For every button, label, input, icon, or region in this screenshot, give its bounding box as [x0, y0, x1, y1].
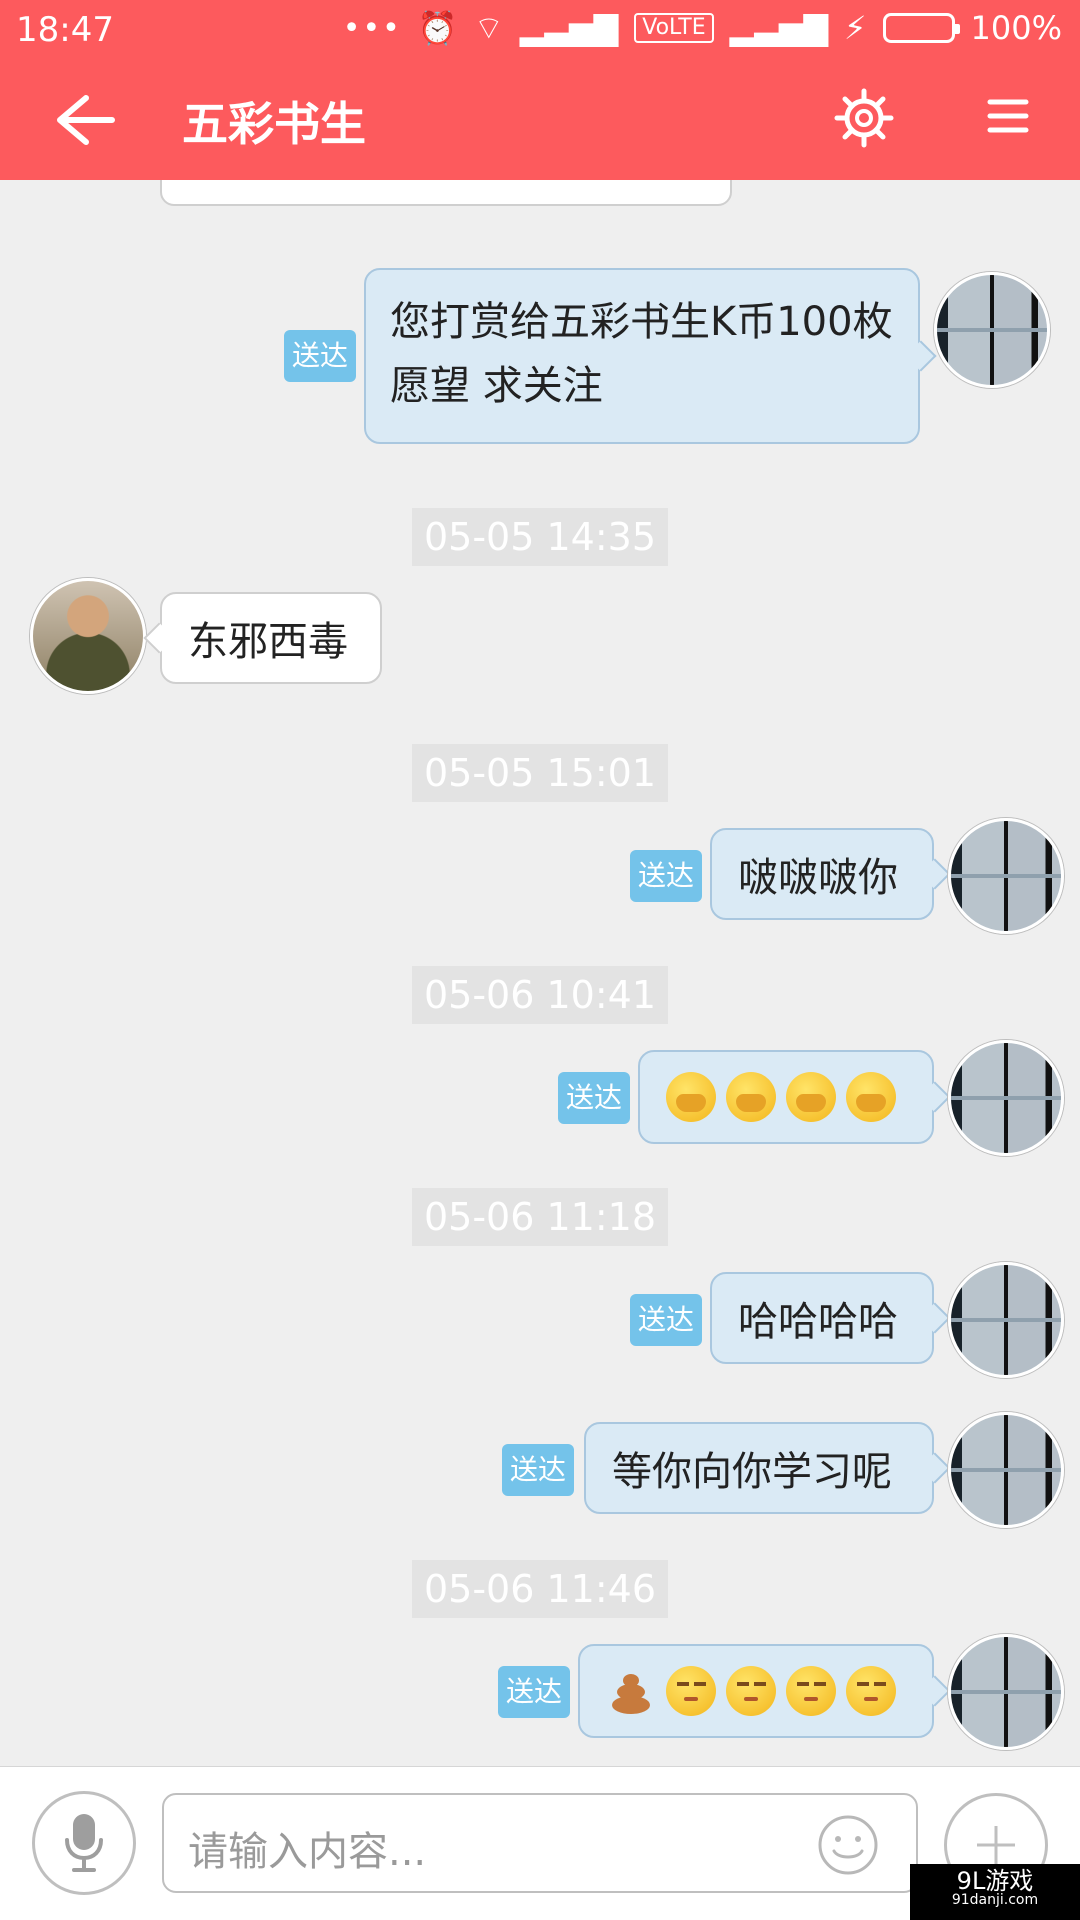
delivered-badge: 送达 — [498, 1666, 570, 1718]
delivered-badge: 送达 — [284, 330, 356, 382]
chat-area[interactable]: 送达 您打赏给五彩书生K币100枚 愿望 求关注 05-05 14:35 东邪西… — [0, 180, 1080, 1766]
watermark-title: 9L游戏 — [956, 1867, 1034, 1895]
outgoing-message-bubble[interactable]: 啵啵啵你 — [710, 828, 934, 920]
emoji-message-bubble[interactable] — [638, 1050, 934, 1144]
outgoing-message-bubble[interactable]: 哈哈哈哈 — [710, 1272, 934, 1364]
emoji-icon[interactable] — [816, 1813, 880, 1877]
more-dots-icon: ••• — [342, 10, 402, 46]
top-bar: 18:47 ••• ⏰ ⌔ ▂▃▅▇ VoLTE ▂▃▅▇ ⚡ 100% 五彩书… — [0, 0, 1080, 180]
delivered-badge: 送达 — [502, 1444, 574, 1496]
emoji-message-bubble[interactable] — [578, 1644, 934, 1738]
reward-message-line-1: 您打赏给五彩书生K币100枚 — [390, 299, 893, 345]
my-avatar[interactable] — [948, 1412, 1064, 1528]
delivered-badge: 送达 — [558, 1072, 630, 1124]
poop-icon — [606, 1666, 656, 1716]
hugging-face-icon — [726, 1072, 776, 1122]
reward-message-line-2: 愿望 求关注 — [390, 363, 603, 409]
gear-icon[interactable] — [834, 88, 894, 148]
delivered-badge: 送达 — [630, 850, 702, 902]
message-timestamp: 05-05 14:35 — [412, 508, 668, 566]
page-title: 五彩书生 — [182, 97, 366, 151]
status-icons: ••• ⏰ ⌔ ▂▃▅▇ VoLTE ▂▃▅▇ ⚡ 100% — [343, 8, 1062, 48]
signal-icon: ▂▃▅▇ — [519, 9, 619, 47]
contact-avatar[interactable] — [30, 578, 146, 694]
message-timestamp: 05-05 15:01 — [412, 744, 668, 802]
status-time: 18:47 — [16, 10, 114, 50]
hugging-face-icon — [846, 1072, 896, 1122]
microphone-icon — [65, 1814, 103, 1872]
my-avatar[interactable] — [948, 818, 1064, 934]
emoji-row — [666, 1072, 896, 1122]
my-avatar[interactable] — [948, 1040, 1064, 1156]
unamused-face-icon — [726, 1666, 776, 1716]
menu-icon[interactable] — [984, 92, 1032, 140]
incoming-message-bubble[interactable]: 东邪西毒 — [160, 592, 382, 684]
delivered-badge: 送达 — [630, 1294, 702, 1346]
message-timestamp: 05-06 10:41 — [412, 966, 668, 1024]
unamused-face-icon — [786, 1666, 836, 1716]
hugging-face-icon — [666, 1072, 716, 1122]
watermark-logo: 9L游戏 91danji.com — [910, 1864, 1080, 1920]
reward-message-bubble[interactable]: 您打赏给五彩书生K币100枚 愿望 求关注 — [364, 268, 920, 444]
emoji-row — [606, 1666, 896, 1716]
message-timestamp: 05-06 11:46 — [412, 1560, 668, 1618]
back-arrow-icon[interactable] — [52, 90, 118, 150]
message-input[interactable]: 请输入内容... — [162, 1793, 918, 1893]
battery-percent: 100% — [970, 9, 1062, 47]
unamused-face-icon — [846, 1666, 896, 1716]
voice-input-button[interactable] — [32, 1791, 136, 1895]
outgoing-message-bubble[interactable]: 等你向你学习呢 — [584, 1422, 934, 1514]
status-bar: 18:47 ••• ⏰ ⌔ ▂▃▅▇ VoLTE ▂▃▅▇ ⚡ 100% — [0, 0, 1080, 60]
alarm-icon: ⏰ — [417, 9, 458, 47]
message-timestamp: 05-06 11:18 — [412, 1188, 668, 1246]
battery-icon — [882, 13, 960, 43]
volte-badge: VoLTE — [634, 13, 714, 43]
app-bar: 五彩书生 — [0, 60, 1080, 180]
my-avatar[interactable] — [948, 1634, 1064, 1750]
message-input-placeholder: 请输入内容... — [188, 1829, 427, 1875]
hugging-face-icon — [786, 1072, 836, 1122]
wifi-icon: ⌔ — [473, 9, 504, 47]
charging-icon: ⚡ — [844, 9, 867, 47]
watermark-url: 91danji.com — [951, 1892, 1039, 1908]
my-avatar[interactable] — [934, 272, 1050, 388]
signal-icon-2: ▂▃▅▇ — [729, 9, 829, 47]
my-avatar[interactable] — [948, 1262, 1064, 1378]
unamused-face-icon — [666, 1666, 716, 1716]
previous-message-bubble — [160, 180, 732, 206]
